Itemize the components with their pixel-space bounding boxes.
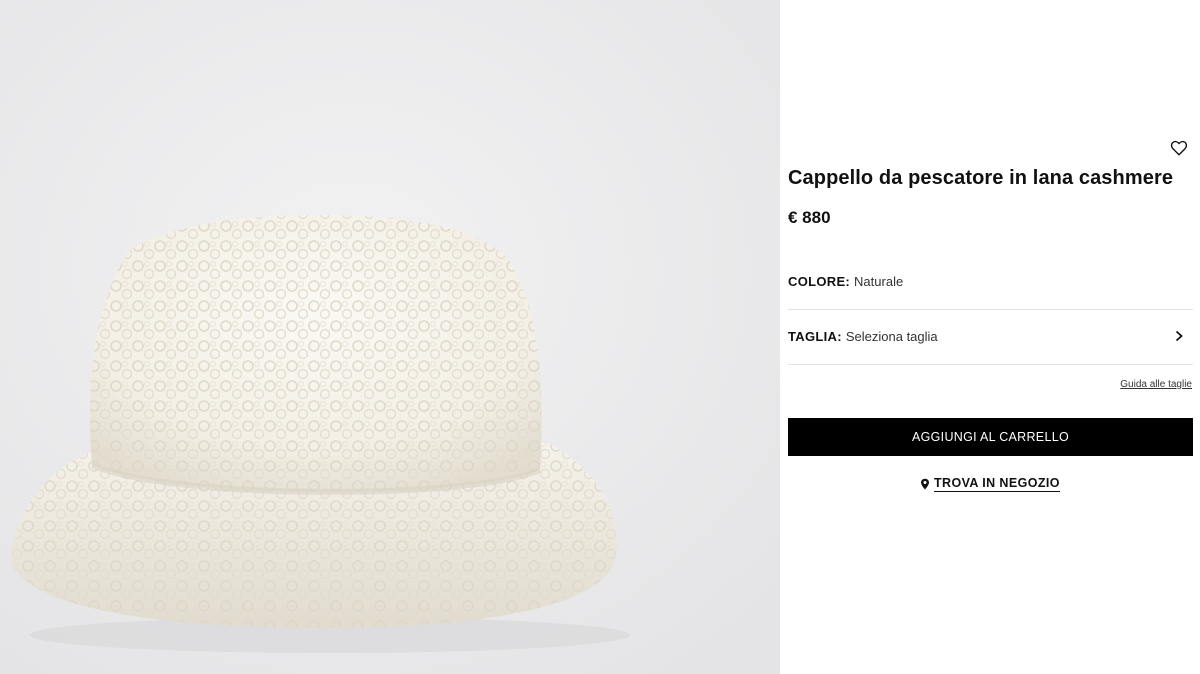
location-pin-icon (921, 478, 929, 490)
size-selector[interactable]: TAGLIA: Seleziona taglia (788, 309, 1193, 365)
product-image (0, 0, 780, 674)
product-price: € 880 (788, 208, 831, 227)
find-in-store-link[interactable]: TROVA IN NEGOZIO (920, 474, 1060, 494)
chevron-right-icon (1175, 330, 1183, 342)
add-to-cart-button[interactable]: AGGIUNGI AL CARRELLO (788, 418, 1193, 456)
size-guide-link[interactable]: Guida alle taglie (1120, 379, 1192, 390)
find-in-store-label: TROVA IN NEGOZIO (934, 476, 1060, 492)
color-label: COLORE: (788, 274, 851, 289)
heart-icon[interactable] (1170, 139, 1188, 157)
color-value: Naturale (854, 274, 904, 289)
bucket-hat-illustration (0, 0, 780, 674)
color-selector: COLORE: Naturale (788, 254, 1193, 310)
size-label: TAGLIA: (788, 329, 842, 344)
product-details-panel: Cappello da pescatore in lana cashmere €… (780, 0, 1200, 674)
product-title: Cappello da pescatore in lana cashmere (788, 167, 1174, 189)
size-value: Seleziona taglia (845, 329, 938, 344)
